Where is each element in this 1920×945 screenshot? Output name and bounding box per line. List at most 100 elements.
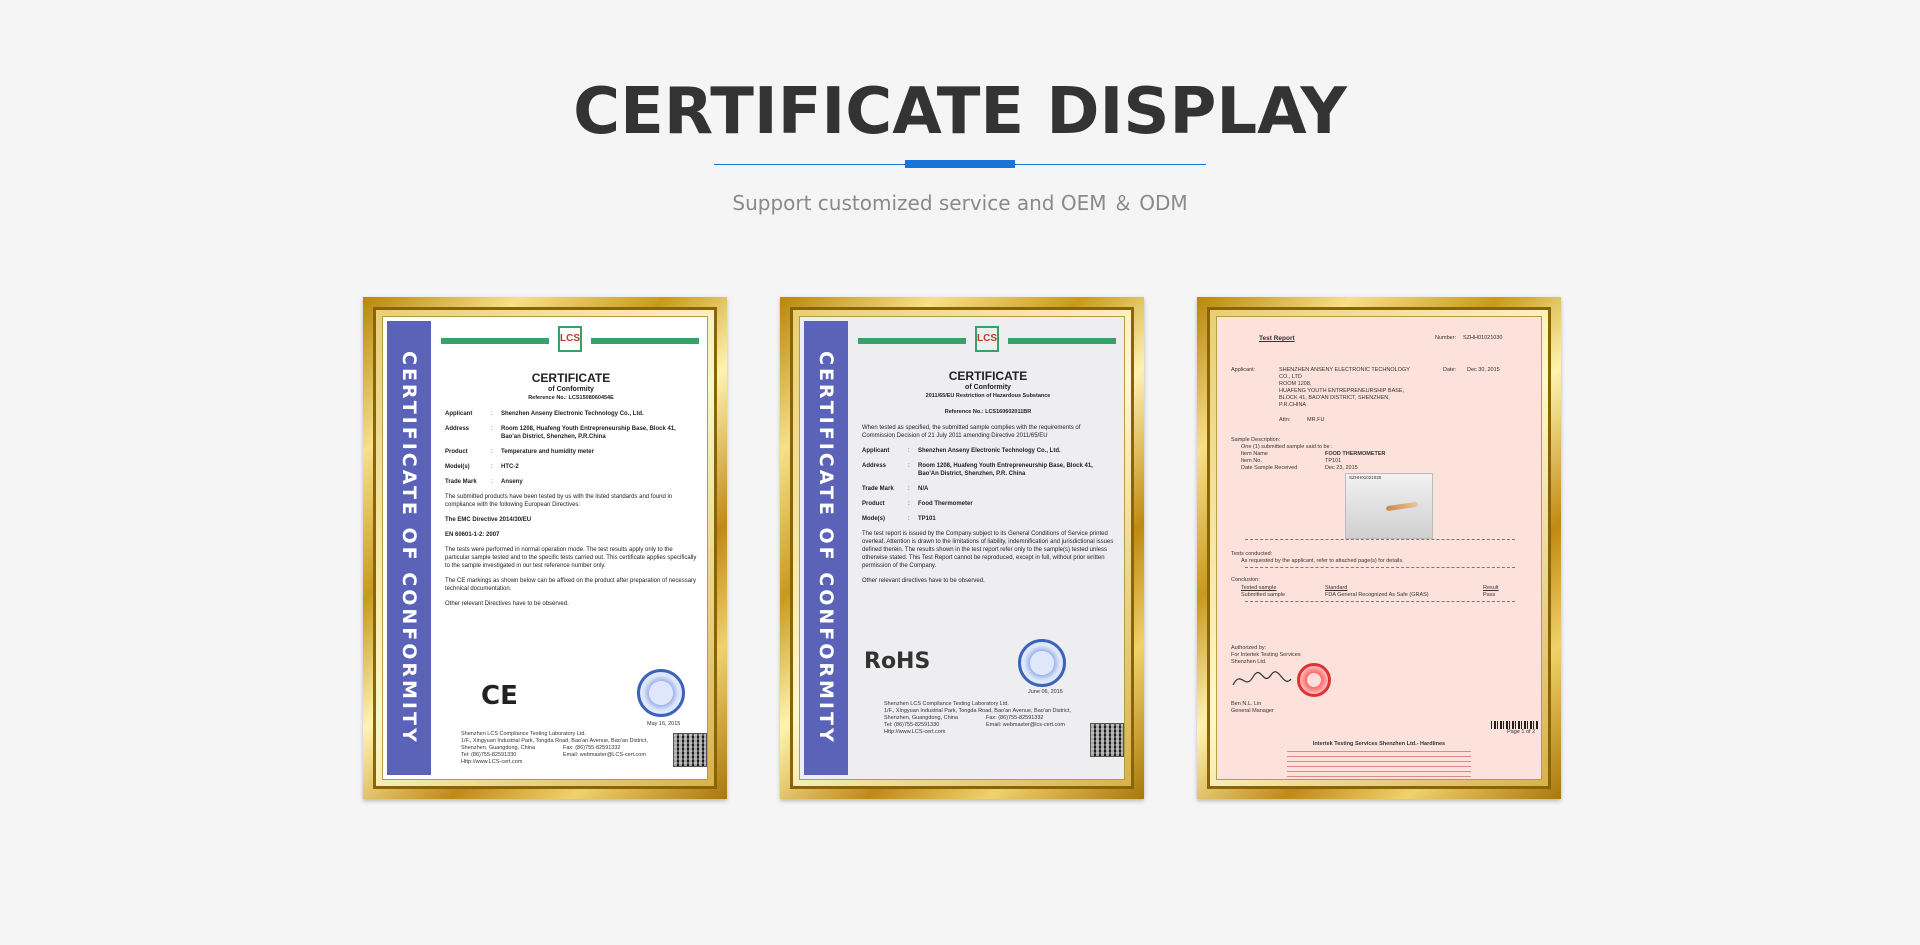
separator-line — [1245, 539, 1515, 540]
sample-value: Dec 23, 2015 — [1325, 465, 1358, 471]
attn-value: MR.FU — [1307, 417, 1325, 423]
qr-code-icon — [1090, 723, 1124, 757]
logo-bar-right — [1007, 338, 1116, 344]
logo-row: LCS — [441, 326, 699, 352]
certificate-card-3[interactable]: Test Report Number: SZHH01021030 Applica… — [1197, 297, 1561, 799]
field-value: HTC-2 — [501, 464, 519, 470]
cert-intro: When tested as specified, the submitted … — [862, 425, 1081, 439]
field-label: Address — [445, 426, 470, 432]
certificate-card-2[interactable]: CERTIFICATE OF CONFORMITY LCS CERTIFICAT… — [780, 297, 1144, 799]
applicant-label: Applicant: — [1231, 367, 1256, 373]
separator-line — [1245, 601, 1515, 602]
conclusion-header: Tested sample — [1241, 585, 1277, 591]
certificate-paper: CERTIFICATE OF CONFORMITY LCS CERTIFICAT… — [382, 316, 708, 780]
cert-paragraph: The test report is issued by the Company… — [862, 531, 1114, 569]
field-label: Product — [862, 501, 885, 507]
sideband-text: CERTIFICATE OF CONFORMITY — [398, 351, 420, 745]
field-row: Address: Room 1208, Huafeng Youth Entrepr… — [862, 462, 1114, 478]
field-label: Product — [445, 449, 468, 455]
cert-footer-right: Fax: (86)755-82591332 Email: webmaster@L… — [563, 745, 646, 758]
field-value: N/A — [918, 486, 929, 492]
field-row: Trade Mark: N/A — [862, 485, 1114, 493]
seal-stamp-icon — [637, 669, 685, 717]
cert-directive-line: 2011/65/EU Restriction of Hazardous Subs… — [925, 393, 1051, 399]
divider-accent — [905, 160, 1015, 168]
field-row: Model(s): HTC-2 — [445, 463, 697, 471]
field-value: TP101 — [918, 516, 936, 522]
auth-org: For Intertek Testing Services Shenzhen L… — [1231, 652, 1301, 665]
field-label: Trade Mark — [862, 486, 894, 492]
cert-subtitle: of Conformity — [548, 386, 594, 393]
sample-value: FOOD THERMOMETER — [1325, 451, 1386, 457]
sample-key: Item No. — [1241, 458, 1262, 464]
field-row: Trade Mark: Anseny — [445, 478, 697, 486]
page-subtitle: Support customized service and OEM ＆ ODM — [732, 191, 1188, 215]
cert-paragraph: Other relevant directives have to be obs… — [862, 578, 985, 584]
cert-footer-right: Fax: (86)755-82591332 Email: webmaster@l… — [986, 715, 1065, 728]
date-label: Date: — [1443, 367, 1457, 373]
cert-title: CERTIFICATE — [531, 371, 611, 385]
cert-standard: EN 60601-1-2: 2007 — [445, 532, 500, 538]
field-label: Applicant — [862, 448, 890, 454]
signer: Ben N.L. Lin General Manager — [1231, 701, 1274, 714]
field-label: Model(s) — [445, 464, 470, 470]
field-value: Shenzhen Anseny Electronic Technology Co… — [501, 411, 644, 417]
certificate-body: CERTIFICATE of Conformity Reference No.:… — [445, 371, 697, 608]
certificate-sideband: CERTIFICATE OF CONFORMITY — [804, 321, 848, 775]
field-row: Address: Room 1208, Huafeng Youth Entrepr… — [445, 425, 697, 441]
certificate-frame: CERTIFICATE OF CONFORMITY LCS CERTIFICAT… — [373, 307, 717, 789]
page-indicator: Page 1 of 2 — [1507, 729, 1536, 735]
report-footer-title: Intertek Testing Services Shenzhen Ltd.-… — [1312, 741, 1446, 747]
sample-key: Item Name — [1241, 451, 1268, 457]
certificate-frame: CERTIFICATE OF CONFORMITY LCS CERTIFICAT… — [790, 307, 1134, 789]
report-footer-text — [1287, 751, 1471, 777]
sample-key: Date Sample Received — [1241, 465, 1298, 471]
qr-code-icon — [673, 733, 707, 767]
report-heading: Test Report — [1259, 335, 1295, 342]
barcode-icon — [1491, 721, 1539, 729]
field-row: Applicant: Shenzhen Anseny Electronic Tec… — [862, 447, 1114, 455]
cert-paragraph: Other relevant Directives have to be obs… — [445, 601, 569, 607]
field-row: Product: Temperature and humidity meter — [445, 448, 697, 456]
certificate-card-1[interactable]: CERTIFICATE OF CONFORMITY LCS CERTIFICAT… — [363, 297, 727, 799]
conclusion-cell: Submitted sample — [1241, 592, 1286, 598]
conclusion-cell: Pass — [1483, 592, 1496, 598]
cert-title: CERTIFICATE — [948, 369, 1028, 383]
logo-bar-right — [590, 338, 699, 344]
field-label: Trade Mark — [445, 479, 477, 485]
conclusion-label: Conclusion: — [1231, 577, 1260, 583]
field-value: Temperature and humidity meter — [501, 449, 594, 455]
auth-label: Authorized by: — [1231, 645, 1267, 651]
cert-date: May 16, 2015 — [647, 721, 681, 727]
cert-subtitle: of Conformity — [965, 384, 1011, 391]
lcs-logo-icon: LCS — [558, 326, 582, 352]
logo-bar-left — [858, 338, 967, 344]
tests-label: Tests conducted: — [1231, 551, 1273, 557]
rohs-mark: RoHS — [864, 649, 931, 674]
field-value: Room 1208, Huafeng Youth Entrepreneurshi… — [918, 463, 1093, 477]
certificate-body: CERTIFICATE of Conformity 2011/65/EU Res… — [862, 369, 1114, 585]
field-value: Room 1208, Huafeng Youth Entrepreneurshi… — [501, 426, 676, 440]
sideband-text: CERTIFICATE OF CONFORMITY — [815, 351, 837, 745]
applicant-value: SHENZHEN ANSENY ELECTRONIC TECHNOLOGY CO… — [1279, 367, 1410, 408]
page-title: CERTIFICATE DISPLAY — [573, 75, 1347, 149]
separator-line — [1245, 567, 1515, 568]
date-value: Dec 30, 2015 — [1467, 367, 1500, 373]
field-row: Applicant: Shenzhen Anseny Electronic Tec… — [445, 410, 697, 418]
field-label: Address — [862, 463, 887, 469]
sample-intro: One (1) submitted sample said to be : — [1241, 444, 1333, 450]
red-seal-icon — [1297, 663, 1331, 697]
conclusion-cell: FDA General Recognized As Safe (GRAS) — [1325, 592, 1429, 598]
signature-icon — [1232, 671, 1292, 686]
ce-mark: CE — [481, 681, 518, 711]
seal-stamp-icon — [1018, 639, 1066, 687]
cert-paragraph: The tests were performed in normal opera… — [445, 547, 697, 569]
conclusion-header: Result — [1483, 585, 1499, 591]
logo-row: LCS — [858, 326, 1116, 352]
title-divider — [714, 160, 1206, 170]
cert-date: June 06, 2016 — [1028, 689, 1063, 695]
report-number-label: Number: — [1435, 335, 1457, 341]
cert-reference: Reference No.: LCS1508060454E — [528, 395, 614, 401]
field-value: Food Thermometer — [918, 501, 973, 507]
sample-photo-label: SZHH01021030 — [1349, 475, 1382, 480]
